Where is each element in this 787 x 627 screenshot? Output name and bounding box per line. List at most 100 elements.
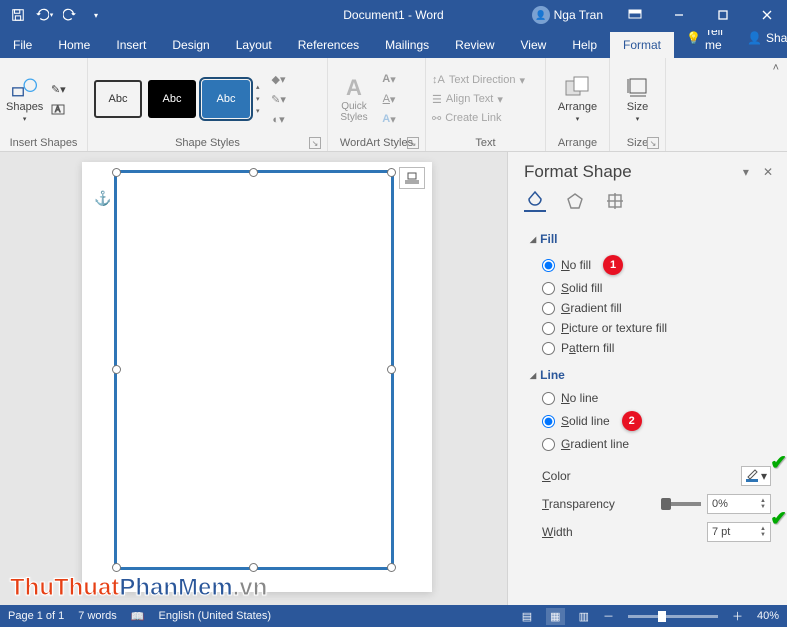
spell-check-icon[interactable]: 📖 (131, 610, 145, 623)
tab-review[interactable]: Review (442, 32, 507, 58)
resize-handle[interactable] (387, 365, 396, 374)
line-no-line-option[interactable]: No line (530, 388, 781, 408)
zoom-slider[interactable] (628, 615, 718, 618)
arrange-button[interactable]: Arrange▾ (558, 75, 597, 123)
group-size: Size▾ Size↘ (610, 58, 666, 151)
print-layout-icon[interactable]: ▦ (546, 608, 564, 625)
resize-handle[interactable] (112, 563, 121, 572)
zoom-out-button[interactable]: － (603, 608, 614, 624)
resize-handle[interactable] (387, 168, 396, 177)
language-status[interactable]: English (United States) (159, 610, 272, 622)
minimize-icon[interactable] (659, 0, 699, 30)
layout-tab-icon[interactable] (604, 190, 626, 212)
resize-handle[interactable] (249, 168, 258, 177)
dialog-launcher-icon[interactable]: ↘ (309, 137, 321, 149)
tab-insert[interactable]: Insert (103, 32, 159, 58)
size-button[interactable]: Size▾ (627, 75, 649, 123)
group-label: Arrange (552, 137, 603, 151)
tab-file[interactable]: File (0, 32, 45, 58)
line-gradient-option[interactable]: Gradient line (530, 434, 781, 454)
group-label: Text (432, 137, 539, 151)
text-effects-button[interactable]: A▾ (380, 110, 398, 128)
panel-close-icon[interactable]: ✕ (763, 165, 773, 179)
fill-section-heading[interactable]: Fill (530, 222, 781, 252)
fill-line-tab-icon[interactable] (524, 190, 546, 212)
ribbon-tabs: File Home Insert Design Layout Reference… (0, 30, 787, 58)
resize-handle[interactable] (387, 563, 396, 572)
align-text-icon: ☰ (432, 93, 442, 106)
tab-help[interactable]: Help (559, 32, 610, 58)
svg-text:A: A (55, 105, 61, 114)
resize-handle[interactable] (112, 365, 121, 374)
size-icon (627, 75, 649, 99)
collapse-ribbon-icon[interactable]: ˄ (666, 58, 787, 151)
tab-layout[interactable]: Layout (223, 32, 285, 58)
web-layout-icon[interactable]: ▥ (579, 610, 589, 623)
read-mode-icon[interactable]: ▤ (522, 610, 532, 623)
selected-rectangle-shape[interactable] (114, 170, 394, 570)
fill-solid-option[interactable]: Solid fill (530, 278, 781, 298)
shape-effects-button[interactable]: ◐▾ (270, 110, 288, 128)
text-box-button[interactable]: A (49, 100, 67, 118)
dialog-launcher-icon[interactable]: ↘ (647, 137, 659, 149)
page-count[interactable]: Page 1 of 1 (8, 610, 64, 622)
shape-style-2[interactable]: Abc (148, 80, 196, 118)
text-outline-button[interactable]: A▾ (380, 90, 398, 108)
group-label: Size↘ (616, 137, 659, 151)
quick-styles-button[interactable]: A Quick Styles (334, 75, 374, 123)
undo-icon[interactable]: ▾ (32, 3, 56, 27)
shape-outline-button[interactable]: ✎▾ (270, 90, 288, 108)
group-label: Shape Styles↘ (94, 137, 321, 151)
qat-customize-icon[interactable]: ▾ (84, 3, 108, 27)
user-account[interactable]: 👤 Nga Tran (524, 6, 611, 24)
annotation-badge-1: 1 (603, 255, 623, 275)
title-bar: ▾ ▾ Document1 - Word 👤 Nga Tran (0, 0, 787, 30)
tab-mailings[interactable]: Mailings (372, 32, 442, 58)
quick-access-toolbar: ▾ ▾ (0, 3, 108, 27)
line-section-heading[interactable]: Line (530, 358, 781, 388)
maximize-icon[interactable] (703, 0, 743, 30)
panel-dropdown-icon[interactable]: ▾ (743, 165, 749, 179)
fill-no-fill-option[interactable]: No fill1 (530, 252, 781, 278)
shape-style-1[interactable]: Abc (94, 80, 142, 118)
layout-options-button[interactable] (399, 167, 425, 189)
create-link-button[interactable]: ⚯Create Link (432, 110, 501, 127)
transparency-slider[interactable] (661, 502, 701, 506)
tab-references[interactable]: References (285, 32, 372, 58)
document-canvas[interactable]: ⚓ (0, 152, 507, 605)
edit-shape-button[interactable]: ✎▾ (49, 80, 67, 98)
status-bar: Page 1 of 1 7 words 📖 English (United St… (0, 605, 787, 627)
resize-handle[interactable] (249, 563, 258, 572)
width-input[interactable]: 7 pt▲▼ (707, 522, 771, 542)
color-picker-button[interactable]: ▾ (741, 466, 771, 486)
text-fill-button[interactable]: A▾ (380, 70, 398, 88)
tab-format[interactable]: Format (610, 32, 674, 58)
shapes-gallery-button[interactable]: Shapes▾ (6, 75, 43, 123)
shape-fill-button[interactable]: ◆▾ (270, 70, 288, 88)
tab-design[interactable]: Design (159, 32, 222, 58)
shape-style-3[interactable]: Abc (202, 80, 250, 118)
word-count[interactable]: 7 words (78, 610, 117, 622)
ribbon-display-options-icon[interactable] (615, 0, 655, 30)
save-icon[interactable] (6, 3, 30, 27)
effects-tab-icon[interactable] (564, 190, 586, 212)
transparency-input[interactable]: 0%▲▼ (707, 494, 771, 514)
text-direction-button[interactable]: ↕AText Direction ▾ (432, 72, 525, 89)
fill-picture-option[interactable]: Picture or texture fill (530, 318, 781, 338)
text-direction-icon: ↕A (432, 74, 445, 86)
fill-gradient-option[interactable]: Gradient fill (530, 298, 781, 318)
zoom-in-button[interactable]: ＋ (732, 608, 743, 624)
fill-pattern-option[interactable]: Pattern fill (530, 338, 781, 358)
tab-home[interactable]: Home (45, 32, 103, 58)
resize-handle[interactable] (112, 168, 121, 177)
align-text-button[interactable]: ☰Align Text ▾ (432, 91, 503, 108)
annotation-check-icon: ✔ (770, 450, 787, 475)
line-solid-option[interactable]: Solid line2 (530, 408, 781, 434)
zoom-level[interactable]: 40% (757, 610, 779, 622)
dialog-launcher-icon[interactable]: ↘ (407, 137, 419, 149)
close-icon[interactable] (747, 0, 787, 30)
group-insert-shapes: Shapes▾ ✎▾ A Insert Shapes (0, 58, 88, 151)
tab-view[interactable]: View (508, 32, 560, 58)
redo-icon[interactable] (58, 3, 82, 27)
group-label: WordArt Styles↘ (334, 137, 419, 151)
